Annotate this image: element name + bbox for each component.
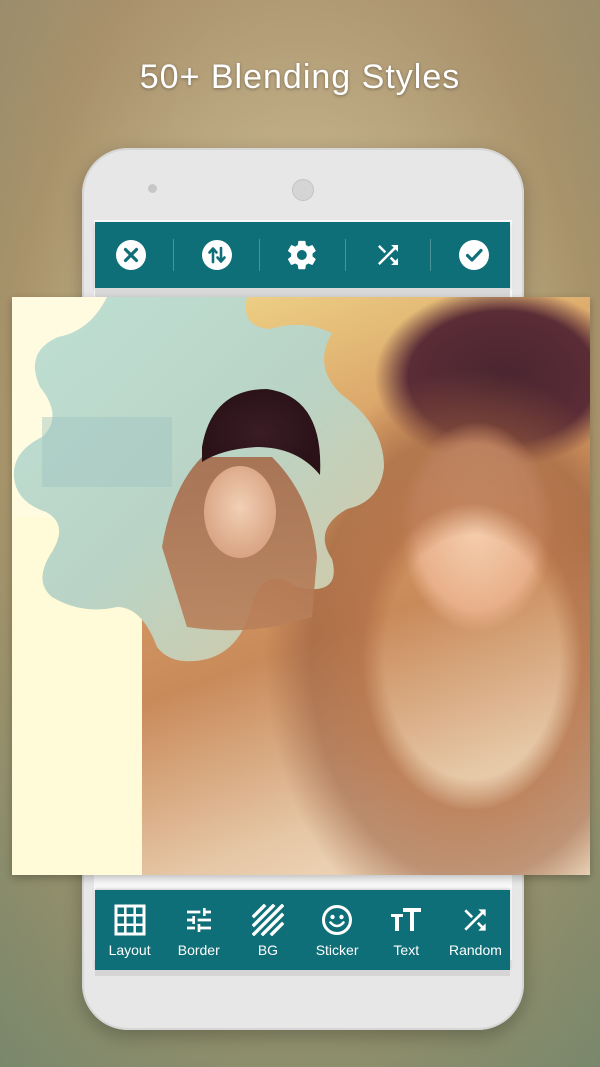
bottom-toolbar: Layout Border BG Sticker Text Random [95,890,510,970]
sliders-icon [186,908,211,932]
toolbar-divider [344,239,346,271]
phone-camera [148,184,157,193]
grid-icon [114,904,146,936]
top-toolbar [95,222,510,288]
tool-layout[interactable]: Layout [95,890,164,970]
check-icon [458,240,489,270]
star-blend-frame[interactable] [12,297,392,667]
settings-icon [288,240,317,270]
shuffle-icon [464,909,487,931]
tool-bg-label: BG [257,942,279,958]
tool-bg[interactable]: BG [233,890,302,970]
toolbar-divider [173,239,175,271]
promo-headline: 50+ Blending Styles [139,58,461,96]
tool-sticker[interactable]: Sticker [303,890,372,970]
confirm-button[interactable] [444,230,504,280]
close-icon [116,240,147,270]
close-button[interactable] [101,230,161,280]
text-icon [391,908,422,931]
shuffle-icon [378,245,399,265]
tool-layout-label: Layout [108,942,151,958]
toolbar-divider [259,239,261,271]
stripes-icon [251,904,284,936]
tool-text[interactable]: Text [372,890,441,970]
tool-text-label: Text [393,942,420,958]
toolbar-bottom-edge [95,970,510,976]
tool-border[interactable]: Border [164,890,233,970]
tool-random[interactable]: Random [441,890,510,970]
swap-button[interactable] [187,230,247,280]
toolbar-divider [430,239,432,271]
shuffle-button[interactable] [358,230,418,280]
phone-speaker [292,179,314,201]
swap-icon [201,240,232,270]
smiley-icon [322,905,353,935]
collage-canvas[interactable] [12,297,590,875]
tool-border-label: Border [177,942,220,958]
tool-sticker-label: Sticker [315,942,359,958]
settings-button[interactable] [272,230,332,280]
tool-random-label: Random [448,942,502,958]
